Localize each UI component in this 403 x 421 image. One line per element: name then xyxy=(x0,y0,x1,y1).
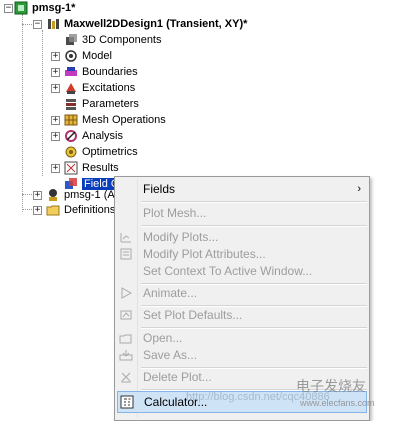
plot-attributes-icon xyxy=(119,247,133,261)
expand-icon[interactable]: + xyxy=(51,84,60,93)
project-label: pmsg-1* xyxy=(32,2,76,14)
results-icon xyxy=(64,161,78,175)
menu-item-save-as[interactable]: Save As... xyxy=(115,345,369,365)
plot-defaults-icon xyxy=(119,308,133,322)
tree-item-analysis[interactable]: + Analysis xyxy=(51,128,123,144)
expand-icon[interactable]: + xyxy=(33,191,42,200)
collapse-icon[interactable]: − xyxy=(33,20,42,29)
open-icon xyxy=(119,331,133,345)
expand-icon[interactable]: + xyxy=(51,164,60,173)
menu-item-plot-mesh[interactable]: Plot Mesh... xyxy=(115,203,369,223)
menu-item-set-plot-defaults[interactable]: Set Plot Defaults... xyxy=(115,305,369,325)
tree-project[interactable]: − pmsg-1* xyxy=(4,0,76,16)
tree-item-model[interactable]: + Model xyxy=(51,48,112,64)
optimetrics-icon xyxy=(64,145,78,159)
tree-definitions[interactable]: + Definitions xyxy=(33,202,115,218)
tree-item-excitations[interactable]: + Excitations xyxy=(51,80,135,96)
design-label: Maxwell2DDesign1 (Transient, XY)* xyxy=(64,18,248,30)
expand-icon[interactable]: + xyxy=(51,116,60,125)
project-icon xyxy=(14,1,28,15)
components-icon xyxy=(64,33,78,47)
modify-plots-icon xyxy=(119,230,133,244)
tree-item-mesh-operations[interactable]: + Mesh Operations xyxy=(51,112,166,128)
mesh-icon xyxy=(64,113,78,127)
expand-icon[interactable]: + xyxy=(51,68,60,77)
collapse-icon[interactable]: − xyxy=(4,4,13,13)
expand-icon[interactable]: + xyxy=(51,52,60,61)
tree-item-results[interactable]: + Results xyxy=(51,160,119,176)
tree-design[interactable]: − Maxwell2DDesign1 (Transient, XY)* xyxy=(33,16,248,32)
model-icon xyxy=(64,49,78,63)
delete-plot-icon xyxy=(119,370,133,384)
tree-item-3d-components[interactable]: 3D Components xyxy=(64,32,162,48)
tree-item-boundaries[interactable]: + Boundaries xyxy=(51,64,138,80)
analysis-icon xyxy=(64,129,78,143)
menu-item-animate[interactable]: Animate... xyxy=(115,283,369,303)
watermark-brand: 电子发烧友 xyxy=(296,378,366,394)
folder-icon xyxy=(46,203,60,217)
submenu-arrow-icon: › xyxy=(357,183,361,195)
excitations-icon xyxy=(64,81,78,95)
menu-item-set-context[interactable]: Set Context To Active Window... xyxy=(115,261,369,281)
parameters-icon xyxy=(64,97,78,111)
expand-icon[interactable]: + xyxy=(51,132,60,141)
tree-design-2[interactable]: + pmsg-1 (Ac xyxy=(33,187,120,203)
watermark-domain: www.elecfans.com xyxy=(300,398,375,408)
tree-item-optimetrics[interactable]: Optimetrics xyxy=(64,144,138,160)
expand-icon[interactable]: + xyxy=(33,206,42,215)
tree-item-parameters[interactable]: Parameters xyxy=(64,96,139,112)
design-icon xyxy=(46,17,60,31)
animate-icon xyxy=(119,286,133,300)
design-2-icon xyxy=(46,188,60,202)
calculator-icon xyxy=(120,395,134,409)
menu-item-fields[interactable]: Fields › xyxy=(115,179,369,199)
save-as-icon xyxy=(119,348,133,362)
boundaries-icon xyxy=(64,65,78,79)
